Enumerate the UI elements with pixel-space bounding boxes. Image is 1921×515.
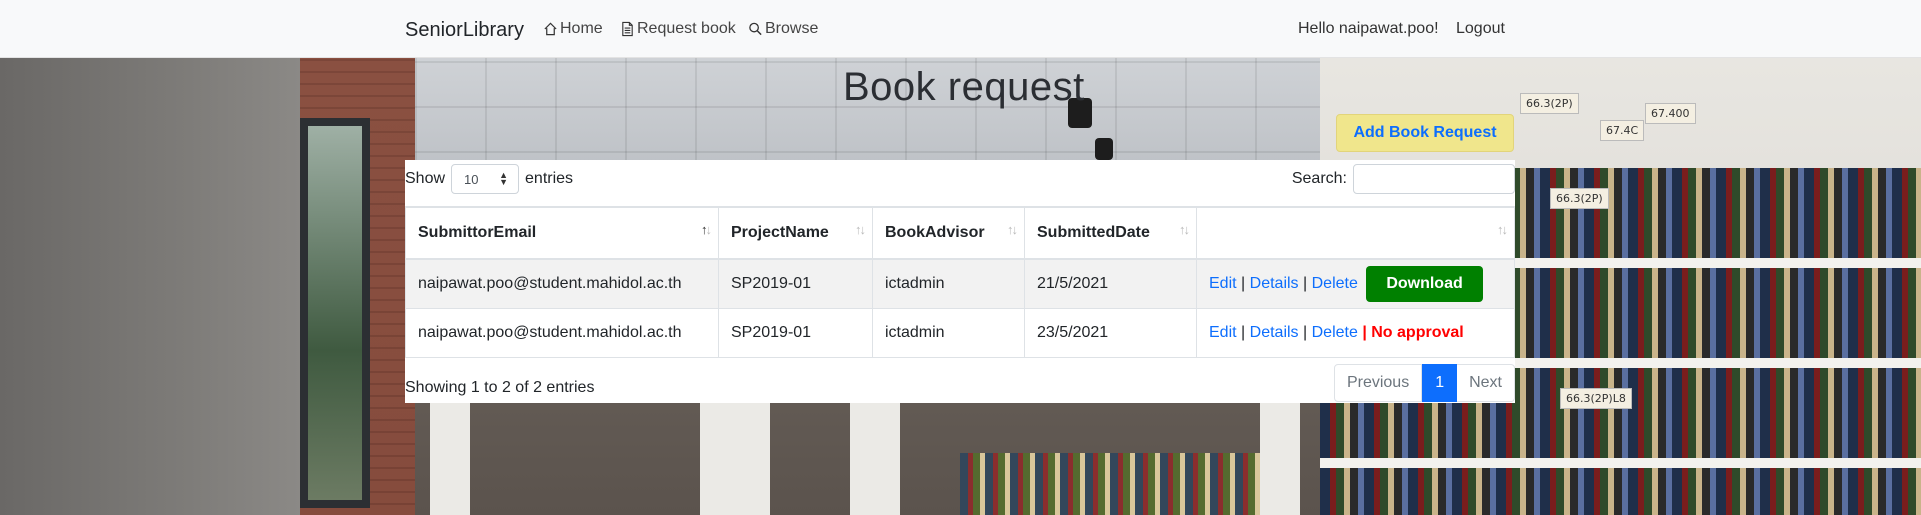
brand-link[interactable]: SeniorLibrary [405,19,524,42]
sort-asc-icon: ↑↓ [701,222,712,237]
edit-link[interactable]: Edit [1209,275,1237,292]
edit-link[interactable]: Edit [1209,324,1237,341]
sort-icon: ↑↓ [1007,222,1018,237]
cell-actions: Edit | Details | Delete Download [1196,258,1515,309]
entries-select[interactable]: 10 ▲ ▼ [451,164,520,194]
table-row: naipawat.poo@student.mahidol.ac.th SP201… [405,307,1515,358]
show-label: Show [405,170,446,187]
cell-date: 23/5/2021 [1024,307,1197,358]
cell-advisor: ictadmin [872,307,1025,358]
pagination-previous[interactable]: Previous [1333,364,1423,402]
search-label: Search: [1291,170,1347,187]
separator: | [1362,323,1367,341]
add-book-request-button[interactable]: Add Book Request [1336,114,1514,152]
col-header-label: SubmittedDate [1037,224,1150,241]
col-header-project-name[interactable]: ProjectName ↑↓ [718,206,873,260]
table-row: naipawat.poo@student.mahidol.ac.th SP201… [405,258,1515,309]
entries-select-value: 10 [464,171,479,187]
logout-link[interactable]: Logout [1456,20,1505,38]
document-icon [622,21,633,37]
cell-actions: Edit | Details | Delete | No approval [1196,307,1515,358]
col-header-submittor-email[interactable]: SubmittorEmail ↑↓ [405,206,719,260]
cell-project: SP2019-01 [718,258,873,309]
nav-home-label: Home [560,20,603,37]
nav-request-book-link[interactable]: Request book [620,20,736,38]
table-header-row: SubmittorEmail ↑↓ ProjectName ↑↓ BookAdv… [405,206,1515,260]
delete-link[interactable]: Delete [1312,324,1358,341]
col-header-label: ProjectName [731,224,829,241]
entries-label: entries [525,170,574,187]
book-request-table-panel: Show 10 ▲ ▼ entries Search: SubmittorEmai… [405,160,1515,403]
cell-project: SP2019-01 [718,307,873,358]
delete-link[interactable]: Delete [1312,275,1358,292]
search-input[interactable] [1353,164,1515,194]
no-approval-status: No approval [1371,323,1464,341]
sort-icon: ↑↓ [1179,222,1190,237]
download-button[interactable]: Download [1366,265,1483,302]
col-header-submitted-date[interactable]: SubmittedDate ↑↓ [1024,206,1197,260]
cell-email: naipawat.poo@student.mahidol.ac.th [405,307,719,358]
separator: | [1241,274,1246,292]
page-title: Book request [843,65,1085,109]
top-navbar: SeniorLibrary Home Request book Browse H… [0,0,1921,58]
cell-advisor: ictadmin [872,258,1025,309]
pagination-next[interactable]: Next [1457,364,1515,402]
nav-home-link[interactable]: Home [543,20,603,38]
entries-length-control: Show 10 ▲ ▼ entries [405,164,573,194]
details-link[interactable]: Details [1250,324,1299,341]
user-greeting: Hello naipawat.poo! [1298,20,1439,37]
select-arrows-icon: ▲ ▼ [499,170,509,187]
search-control: Search: [1292,164,1515,194]
col-header-actions[interactable]: ↑↓ [1196,206,1515,260]
separator: | [1303,323,1308,341]
cell-email: naipawat.poo@student.mahidol.ac.th [405,258,719,309]
separator: | [1303,274,1308,292]
table-info: Showing 1 to 2 of 2 entries [405,379,595,396]
nav-request-book-label: Request book [637,20,736,37]
col-header-book-advisor[interactable]: BookAdvisor ↑↓ [872,206,1025,260]
separator: | [1241,323,1246,341]
col-header-label: BookAdvisor [885,224,985,241]
nav-browse-link[interactable]: Browse [748,20,818,38]
col-header-label: SubmittorEmail [418,224,537,241]
details-link[interactable]: Details [1250,275,1299,292]
pagination: Previous 1 Next [1333,364,1515,402]
book-request-table: SubmittorEmail ↑↓ ProjectName ↑↓ BookAdv… [405,206,1515,358]
nav-browse-label: Browse [765,20,819,37]
home-icon [544,22,557,36]
cell-date: 21/5/2021 [1024,258,1197,309]
sort-icon: ↑↓ [855,222,866,237]
pagination-page-1[interactable]: 1 [1422,364,1458,402]
sort-icon: ↑↓ [1497,222,1508,237]
search-icon [749,22,762,36]
